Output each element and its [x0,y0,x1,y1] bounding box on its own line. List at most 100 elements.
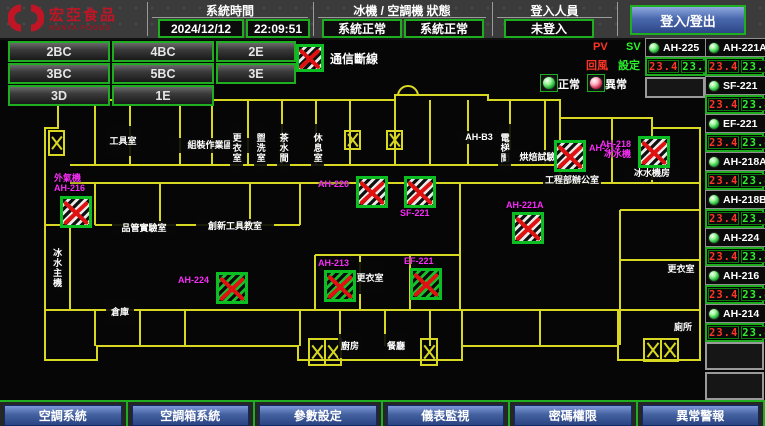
zone-button-2e[interactable]: 2E [216,41,296,62]
device-ah-218[interactable] [638,136,670,168]
stair-x-box [386,130,403,150]
unit-sv-value: 23.4 [741,98,765,111]
zone-button-5bc[interactable]: 5BC [112,63,214,84]
unit-values: 23.423.4 [705,285,764,304]
sv-type-label: 設定 [618,57,640,73]
room-label: 創新工具教室 [196,219,274,233]
device-label-line: AH-221A [506,201,544,211]
stair-x-box [344,130,361,150]
room-label: 更衣室 [356,262,384,294]
device-label: AH-220 [318,180,349,190]
device-label: AH-213 [318,259,349,269]
room-label: 廚房 [338,334,362,358]
unit-row[interactable]: AH-221A [705,38,765,57]
unit-row-featured[interactable]: AH-225 [645,38,707,57]
device-ah-214[interactable] [554,140,586,172]
unit-name-label: AH-221A [723,42,765,54]
unit-pv-value: 23.4 [708,212,739,225]
comm-fail-legend-label: 通信斷線 [330,50,378,67]
device-ah-216[interactable] [60,196,92,228]
room-label: 品管實驗室 [112,221,176,235]
unit-values: 23.423.4 [705,171,764,190]
pv-type-label: 回風 [586,57,608,73]
unit-pv-value: 23.4 [708,326,739,339]
room-label: 倉庫 [106,299,134,325]
device-ah-221a[interactable] [512,212,544,244]
unit-row[interactable]: AH-214 [705,304,765,323]
stair-x-box [660,338,679,362]
unit-status-lamp [708,118,720,130]
zone-button-3e[interactable]: 3E [216,63,296,84]
unit-sv-value: 23.4 [741,212,765,225]
zone-button-3d[interactable]: 3D [8,85,110,106]
abnormal-legend-lamp [587,74,605,92]
unit-name-label: AH-216 [723,270,759,282]
device-label: AH-218冰水機 [600,140,631,160]
room-label: 工具室 [106,126,140,156]
empty-slot [705,372,764,400]
unit-values: 23.423.4 [705,133,764,152]
pv-header-label: PV [593,41,608,53]
unit-name-label: SF-221 [723,80,757,92]
unit-name-label: AH-218B [723,194,765,206]
unit-sv-value: 23.4 [741,136,765,149]
unit-status-lamp [708,270,720,282]
zone-button-4bc[interactable]: 4BC [112,41,214,62]
device-label: AH-221A [506,201,544,211]
device-label-line: AH-224 [178,276,209,286]
stair-x-box [420,338,438,366]
unit-status-lamp [708,80,720,92]
unit-status-lamp [708,42,720,54]
unit-status-lamp [708,232,720,244]
unit-name-label: AH-225 [663,42,699,54]
sv-header-label: SV [626,41,641,53]
device-label-line: SF-221 [400,209,430,219]
normal-legend-label: 正常 [558,76,580,92]
unit-name-label: AH-214 [723,308,759,320]
device-label-line: AH-220 [318,180,349,190]
abnormal-legend-label: 異常 [605,76,627,92]
zone-button-2bc[interactable]: 2BC [8,41,110,62]
unit-row[interactable]: AH-224 [705,228,765,247]
unit-values: 23.423.4 [705,247,764,266]
device-ah-224[interactable] [216,272,248,304]
room-label: 餐廳 [384,334,408,358]
unit-values: 23.423.4 [705,209,764,228]
unit-pv-value: 23.4 [708,288,739,301]
room-label: 更衣室 [230,124,243,172]
unit-row[interactable]: AH-216 [705,266,765,285]
zone-button-1e[interactable]: 1E [112,85,214,106]
hmi-screen: 宏亞食品 HUNYA FOODS 系統時間 2024/12/12 22:09:5… [0,0,765,426]
room-label: 廁所 [670,320,696,334]
room-label: 冰水主機 [50,246,64,290]
device-sf-221[interactable] [404,176,436,208]
unit-row[interactable]: EF-221 [705,114,765,133]
unit-values: 23.423.4 [705,57,764,76]
unit-pv-value: 23.4 [708,174,739,187]
device-label-line: 冰水機 [600,150,631,160]
unit-name-label: AH-218A [723,156,765,168]
device-ah-213[interactable] [324,270,356,302]
normal-legend-lamp [540,74,558,92]
device-label-line: EF-221 [404,257,434,267]
room-label: 冰水機房 [625,167,679,180]
room-label: 更衣室 [666,262,696,276]
device-label: SF-221 [400,209,430,219]
device-ah-220[interactable] [356,176,388,208]
device-label: EF-221 [404,257,434,267]
unit-row[interactable]: AH-218B [705,190,765,209]
device-ef-221[interactable] [410,268,442,300]
unit-pv-value: 23.4 [648,60,679,73]
unit-status-lamp [708,194,720,206]
unit-row[interactable]: AH-218A [705,152,765,171]
unit-sv-value: 23.4 [741,288,765,301]
device-label: 外氣機AH-216 [54,174,85,194]
unit-values: 23.4 23.4 [645,57,705,76]
unit-sv-value: 23.4 [741,250,765,263]
unit-row[interactable]: SF-221 [705,76,765,95]
unit-sv-value: 23.4 [741,326,765,339]
room-label: 茶水間 [277,124,290,172]
unit-status-lamp [708,156,720,168]
zone-button-3bc[interactable]: 3BC [8,63,110,84]
unit-values: 23.423.4 [705,323,764,342]
